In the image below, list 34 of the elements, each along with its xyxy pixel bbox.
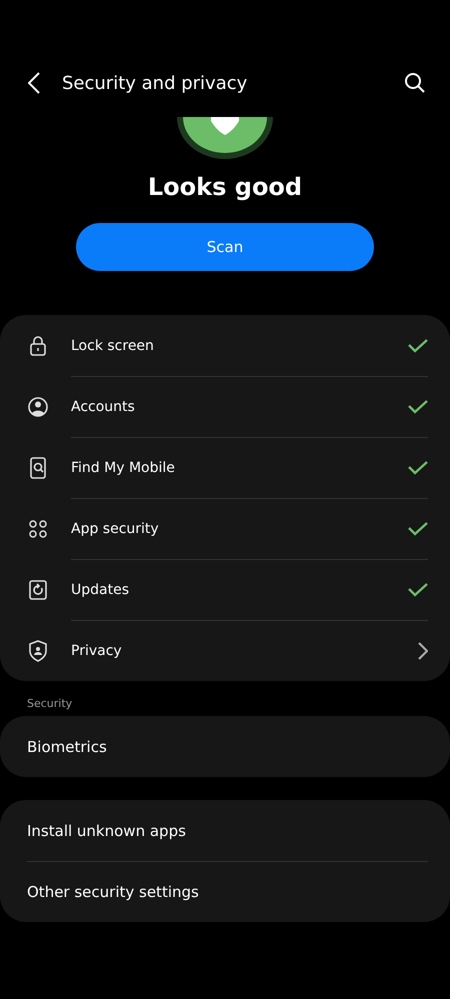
settings-item[interactable]: Other security settings (0, 861, 450, 922)
section-heading: Security (26, 696, 74, 712)
checkmark-icon (408, 582, 428, 596)
shield-badge-icon (177, 117, 273, 159)
checkmark-icon (408, 338, 428, 352)
item-label: Lock screen (71, 338, 155, 354)
settings-item[interactable]: App security (0, 498, 450, 559)
settings-item[interactable]: Privacy (0, 620, 450, 681)
scan-button[interactable]: Scan (76, 223, 374, 271)
item-label: Accounts (71, 398, 136, 414)
item-label: App security (71, 520, 160, 536)
back-icon[interactable] (28, 72, 40, 94)
shield-person-icon (27, 640, 49, 662)
settings-item[interactable]: Biometrics (0, 716, 450, 777)
settings-item[interactable]: Accounts (0, 376, 450, 437)
item-label: Find My Mobile (71, 460, 176, 476)
settings-item[interactable]: Updates (0, 559, 450, 620)
chevron-right-icon (418, 642, 428, 660)
screen-title: Security and privacy (62, 72, 248, 94)
lock-icon (27, 334, 49, 356)
checkmark-icon (408, 522, 428, 536)
apps-grid-icon (27, 518, 49, 540)
phone-search-icon (27, 456, 49, 478)
checkmark-icon (408, 460, 428, 474)
update-icon (27, 578, 49, 600)
settings-item[interactable]: Lock screen (0, 315, 450, 376)
item-label: Privacy (71, 642, 123, 658)
person-icon (27, 396, 49, 418)
settings-item[interactable]: Find My Mobile (0, 437, 450, 498)
search-icon[interactable] (404, 72, 426, 94)
checkmark-icon (408, 400, 428, 414)
item-label: Updates (71, 582, 130, 598)
settings-item[interactable]: Install unknown apps (0, 800, 450, 861)
status-title: Looks good (148, 173, 302, 201)
